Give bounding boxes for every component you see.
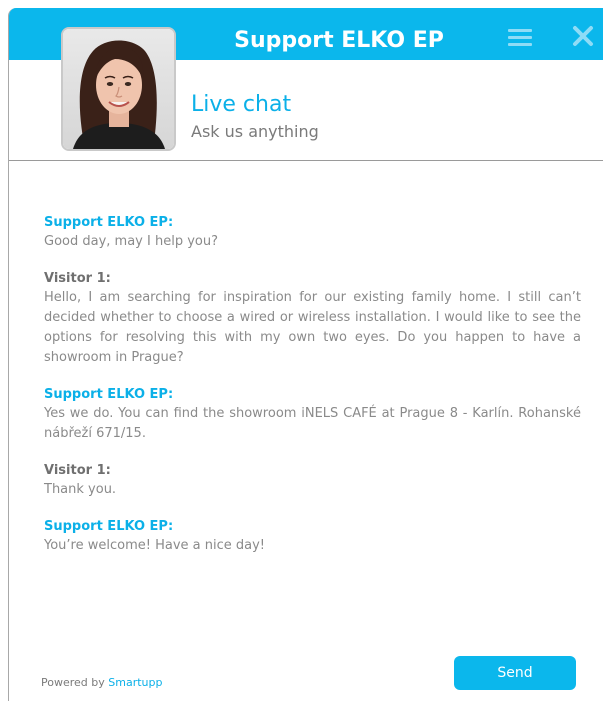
- send-button[interactable]: Send: [454, 656, 576, 690]
- message: Support ELKO EP: You’re welcome! Have a …: [44, 517, 581, 556]
- message-text: Good day, may I help you?: [44, 234, 218, 249]
- live-chat-title: Live chat: [191, 92, 292, 117]
- agent-avatar: [61, 27, 176, 151]
- message-list: Support ELKO EP: Good day, may I help yo…: [44, 213, 581, 573]
- smartupp-link[interactable]: Smartupp: [108, 676, 162, 689]
- message-text: Thank you.: [44, 482, 117, 497]
- powered-by-label: Powered by: [41, 676, 109, 689]
- chat-widget: Support ELKO EP Live chat Ask us anythin…: [8, 8, 603, 701]
- message-text: You’re welcome! Have a nice day!: [44, 538, 265, 553]
- message-author: Support ELKO EP:: [44, 519, 174, 534]
- message: Support ELKO EP: Good day, may I help yo…: [44, 213, 581, 252]
- close-icon[interactable]: [569, 22, 597, 50]
- message-text: Hello, I am searching for inspiration fo…: [44, 290, 581, 365]
- message-text: Yes we do. You can find the showroom iNE…: [44, 406, 581, 441]
- message-author: Support ELKO EP:: [44, 215, 174, 230]
- agent-avatar-photo: [63, 29, 174, 149]
- message-author: Visitor 1:: [44, 463, 111, 478]
- powered-by: Powered by Smartupp: [41, 676, 162, 689]
- message: Visitor 1: Hello, I am searching for ins…: [44, 269, 581, 368]
- message-author: Support ELKO EP:: [44, 387, 174, 402]
- chat-title: Support ELKO EP: [234, 28, 444, 53]
- message: Visitor 1: Thank you.: [44, 461, 581, 500]
- divider: [9, 160, 603, 161]
- message: Support ELKO EP: Yes we do. You can find…: [44, 385, 581, 444]
- live-chat-subtitle: Ask us anything: [191, 122, 319, 141]
- message-author: Visitor 1:: [44, 271, 111, 286]
- menu-icon[interactable]: [508, 29, 532, 46]
